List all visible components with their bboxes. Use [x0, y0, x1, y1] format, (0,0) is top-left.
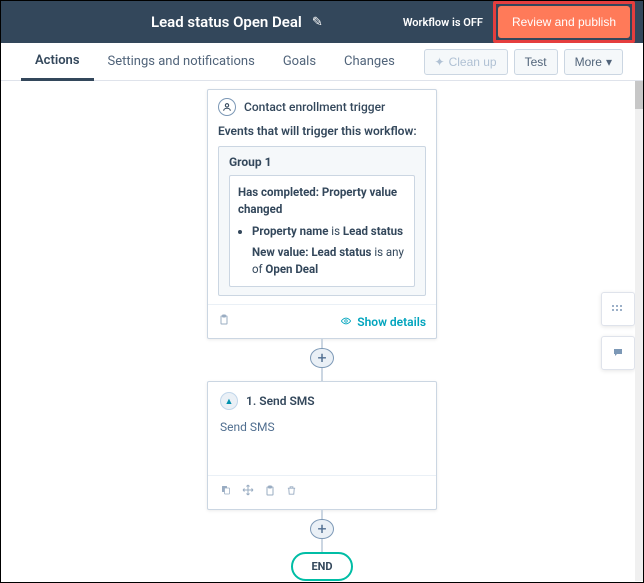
sparkle-icon: ✦	[435, 55, 445, 69]
eye-icon	[339, 315, 353, 329]
workflow-status: Workflow is OFF	[403, 16, 483, 29]
add-step-button[interactable]: +	[310, 348, 334, 369]
group-label: Group 1	[229, 155, 415, 169]
connector	[321, 339, 323, 347]
filter-line-1: Property name is Lead status	[252, 223, 406, 240]
scroll-thumb[interactable]	[635, 81, 643, 109]
contact-icon	[218, 98, 236, 116]
action-card[interactable]: ▲ 1. Send SMS Send SMS	[207, 381, 437, 510]
pencil-icon[interactable]: ✎	[312, 15, 323, 30]
highlight-box: Review and publish	[493, 1, 635, 43]
workflow-header: Lead status Open Deal ✎ Workflow is OFF …	[1, 1, 643, 43]
filter-group: Group 1 Has completed: Property value ch…	[218, 146, 426, 296]
cleanup-button[interactable]: ✦Clean up	[424, 49, 508, 75]
add-step-button[interactable]: +	[310, 519, 334, 540]
action-body: Send SMS	[208, 420, 436, 475]
action-step-label: 1. Send SMS	[246, 394, 315, 408]
workflow-canvas[interactable]: Contact enrollment trigger Events that w…	[1, 81, 643, 581]
end-node: END	[291, 552, 352, 581]
tab-actions[interactable]: Actions	[21, 43, 94, 81]
filter-line-2: New value: Lead status is any of Open De…	[238, 244, 406, 279]
trash-icon[interactable]	[286, 484, 297, 501]
scrollbar[interactable]	[635, 81, 643, 581]
connector	[321, 510, 323, 518]
copy-icon[interactable]	[220, 484, 232, 501]
filter-title: Has completed: Property value changed	[238, 184, 406, 219]
show-details-link[interactable]: Show details	[339, 315, 426, 329]
workflow-title: Lead status Open Deal	[151, 13, 302, 31]
caret-down-icon: ▾	[606, 55, 612, 69]
connector	[321, 368, 323, 381]
move-icon[interactable]	[242, 484, 254, 501]
sms-icon: ▲	[220, 392, 238, 410]
clipboard-icon[interactable]	[218, 313, 230, 330]
trigger-title: Contact enrollment trigger	[244, 100, 385, 114]
review-publish-button[interactable]: Review and publish	[498, 6, 630, 38]
filter-box[interactable]: Has completed: Property value changed Pr…	[229, 175, 415, 287]
clipboard-icon[interactable]	[264, 484, 276, 501]
trigger-subtitle: Events that will trigger this workflow:	[208, 124, 436, 146]
side-rail	[601, 292, 635, 370]
minimap-button[interactable]	[601, 292, 635, 326]
action-footer	[208, 475, 436, 509]
trigger-card[interactable]: Contact enrollment trigger Events that w…	[207, 89, 437, 339]
more-button[interactable]: More ▾	[564, 49, 623, 75]
tab-goals[interactable]: Goals	[269, 44, 330, 79]
tab-settings[interactable]: Settings and notifications	[94, 44, 269, 79]
tab-bar: Actions Settings and notifications Goals…	[1, 43, 643, 81]
test-button[interactable]: Test	[514, 49, 558, 75]
comment-button[interactable]	[601, 336, 635, 370]
tab-changes[interactable]: Changes	[330, 44, 409, 79]
connector	[321, 539, 323, 552]
